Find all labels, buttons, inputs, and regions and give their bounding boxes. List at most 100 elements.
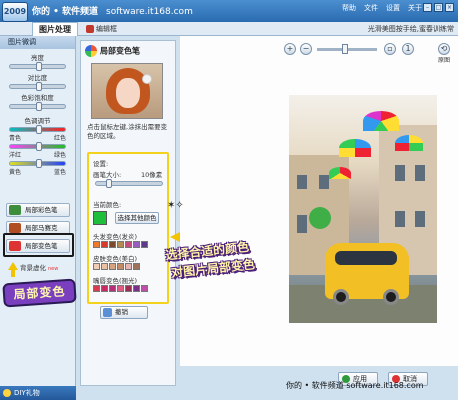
color-swatch[interactable] — [93, 263, 100, 270]
panel-title-text: 局部变色笔 — [100, 46, 140, 56]
mosaic-icon — [9, 223, 21, 233]
tree — [309, 207, 331, 229]
color-swatch[interactable] — [117, 285, 124, 292]
color-swatch[interactable] — [109, 285, 116, 292]
slider-knob[interactable] — [36, 125, 42, 134]
arrow-stem — [11, 269, 15, 277]
tab-image-processing[interactable]: 图片处理 — [32, 22, 78, 36]
umbrella — [363, 111, 399, 131]
brush-size-slider[interactable] — [95, 179, 163, 188]
window — [415, 165, 425, 181]
diy-gift-link[interactable]: DIY礼物 — [0, 386, 76, 400]
minimize-icon[interactable]: – — [423, 3, 432, 12]
color-swatch[interactable] — [133, 241, 140, 248]
saturation-slider[interactable] — [9, 102, 66, 111]
new-badge: new — [48, 266, 59, 272]
background-blur-link[interactable]: 背景虚化 new — [20, 262, 58, 272]
brightness-label: 亮度 — [31, 54, 44, 62]
tab-edit-box-label: 编辑框 — [96, 25, 117, 33]
window — [415, 211, 425, 227]
slider-knob[interactable] — [36, 142, 42, 151]
slider-knob[interactable] — [36, 159, 42, 168]
gift-icon — [3, 389, 11, 397]
color-swatch[interactable] — [125, 263, 132, 270]
undo-button[interactable]: 撤销 — [100, 306, 148, 319]
cyan-label: 青色 — [9, 135, 22, 142]
original-label: 原图 — [438, 57, 451, 64]
current-color-swatch[interactable] — [93, 211, 107, 225]
recolor-icon — [9, 241, 21, 251]
panel-header: 图片微调 — [0, 36, 75, 49]
image-canvas: + − ▫ 1 ⟲ 原图 — [180, 36, 458, 366]
settings-box: 设置: 画笔大小: 10像素 当前颜色: 选择其他颜色 头发变色(发炎) 皮肤变… — [87, 152, 169, 304]
original-icon[interactable]: ⟲ — [438, 43, 450, 55]
portrait-face — [116, 78, 140, 108]
window — [395, 211, 405, 227]
actual-size-icon[interactable]: 1 — [402, 43, 414, 55]
fit-screen-icon[interactable]: ▫ — [384, 43, 396, 55]
local-color-pen-label: 局部彩色笔 — [25, 206, 58, 214]
yellow-blue-ends: 黄色 蓝色 — [9, 167, 66, 176]
zoom-out-icon[interactable]: − — [300, 43, 312, 55]
brush-size-label: 画笔大小: — [93, 171, 122, 179]
window-controls: – □ × — [423, 3, 454, 12]
color-swatch[interactable] — [109, 263, 116, 270]
top-menu: 帮助 文件 设置 关于 — [342, 3, 422, 13]
local-recolor-pen-button[interactable]: 局部变色笔 — [6, 239, 70, 253]
current-color-label: 当前颜色: — [93, 201, 122, 209]
color-swatch[interactable] — [125, 285, 132, 292]
green-label: 绿色 — [53, 152, 66, 159]
maximize-icon[interactable]: □ — [434, 3, 443, 12]
menu-about[interactable]: 关于 — [408, 3, 422, 13]
brush-size-value: 10像素 — [141, 171, 163, 179]
brush-icon — [9, 205, 21, 215]
color-swatch[interactable] — [133, 285, 140, 292]
van-windows — [335, 251, 397, 265]
cyan-red-slider[interactable] — [9, 125, 66, 134]
color-swatch[interactable] — [93, 241, 100, 248]
color-swatch[interactable] — [133, 263, 140, 270]
window — [297, 215, 307, 233]
color-swatch[interactable] — [101, 285, 108, 292]
choose-other-color-button[interactable]: 选择其他颜色 — [115, 212, 159, 224]
slider-knob[interactable] — [36, 62, 42, 71]
undo-label: 撤销 — [115, 308, 128, 316]
magenta-label: 洋红 — [9, 152, 22, 159]
background-blur-label: 背景虚化 — [20, 264, 46, 272]
star-doodle-icon: ✶✧ — [167, 200, 184, 211]
brightness-slider[interactable] — [9, 62, 66, 71]
menu-help[interactable]: 帮助 — [342, 3, 356, 13]
lip-color-swatches — [93, 285, 148, 292]
red-label: 红色 — [53, 135, 66, 142]
yellow-blue-slider[interactable] — [9, 159, 66, 168]
settings-label: 设置: — [93, 160, 109, 168]
color-swatch[interactable] — [109, 241, 116, 248]
local-mosaic-label: 局部马赛克 — [25, 224, 58, 232]
local-color-pen-button[interactable]: 局部彩色笔 — [6, 203, 70, 217]
color-swatch[interactable] — [93, 285, 100, 292]
slider-knob[interactable] — [36, 102, 42, 111]
color-swatch[interactable] — [141, 285, 148, 292]
sample-portrait — [91, 63, 163, 119]
tab-edit-box[interactable]: 编辑框 — [86, 22, 117, 36]
color-swatch[interactable] — [101, 241, 108, 248]
portrait-flower — [142, 74, 152, 84]
color-swatch[interactable] — [117, 241, 124, 248]
magenta-green-slider[interactable] — [9, 142, 66, 151]
zoom-knob[interactable] — [342, 44, 348, 54]
contrast-slider[interactable] — [9, 82, 66, 91]
menu-settings[interactable]: 设置 — [386, 3, 400, 13]
menu-file[interactable]: 文件 — [364, 3, 378, 13]
edited-photo[interactable] — [289, 95, 437, 323]
color-swatch[interactable] — [101, 263, 108, 270]
slider-knob[interactable] — [106, 179, 112, 188]
color-swatch[interactable] — [117, 263, 124, 270]
window — [395, 165, 405, 181]
color-swatch[interactable] — [141, 241, 148, 248]
umbrella — [329, 167, 351, 179]
slider-knob[interactable] — [36, 82, 42, 91]
color-swatch[interactable] — [125, 241, 132, 248]
zoom-in-icon[interactable]: + — [284, 43, 296, 55]
close-icon[interactable]: × — [445, 3, 454, 12]
umbrella — [395, 135, 423, 151]
